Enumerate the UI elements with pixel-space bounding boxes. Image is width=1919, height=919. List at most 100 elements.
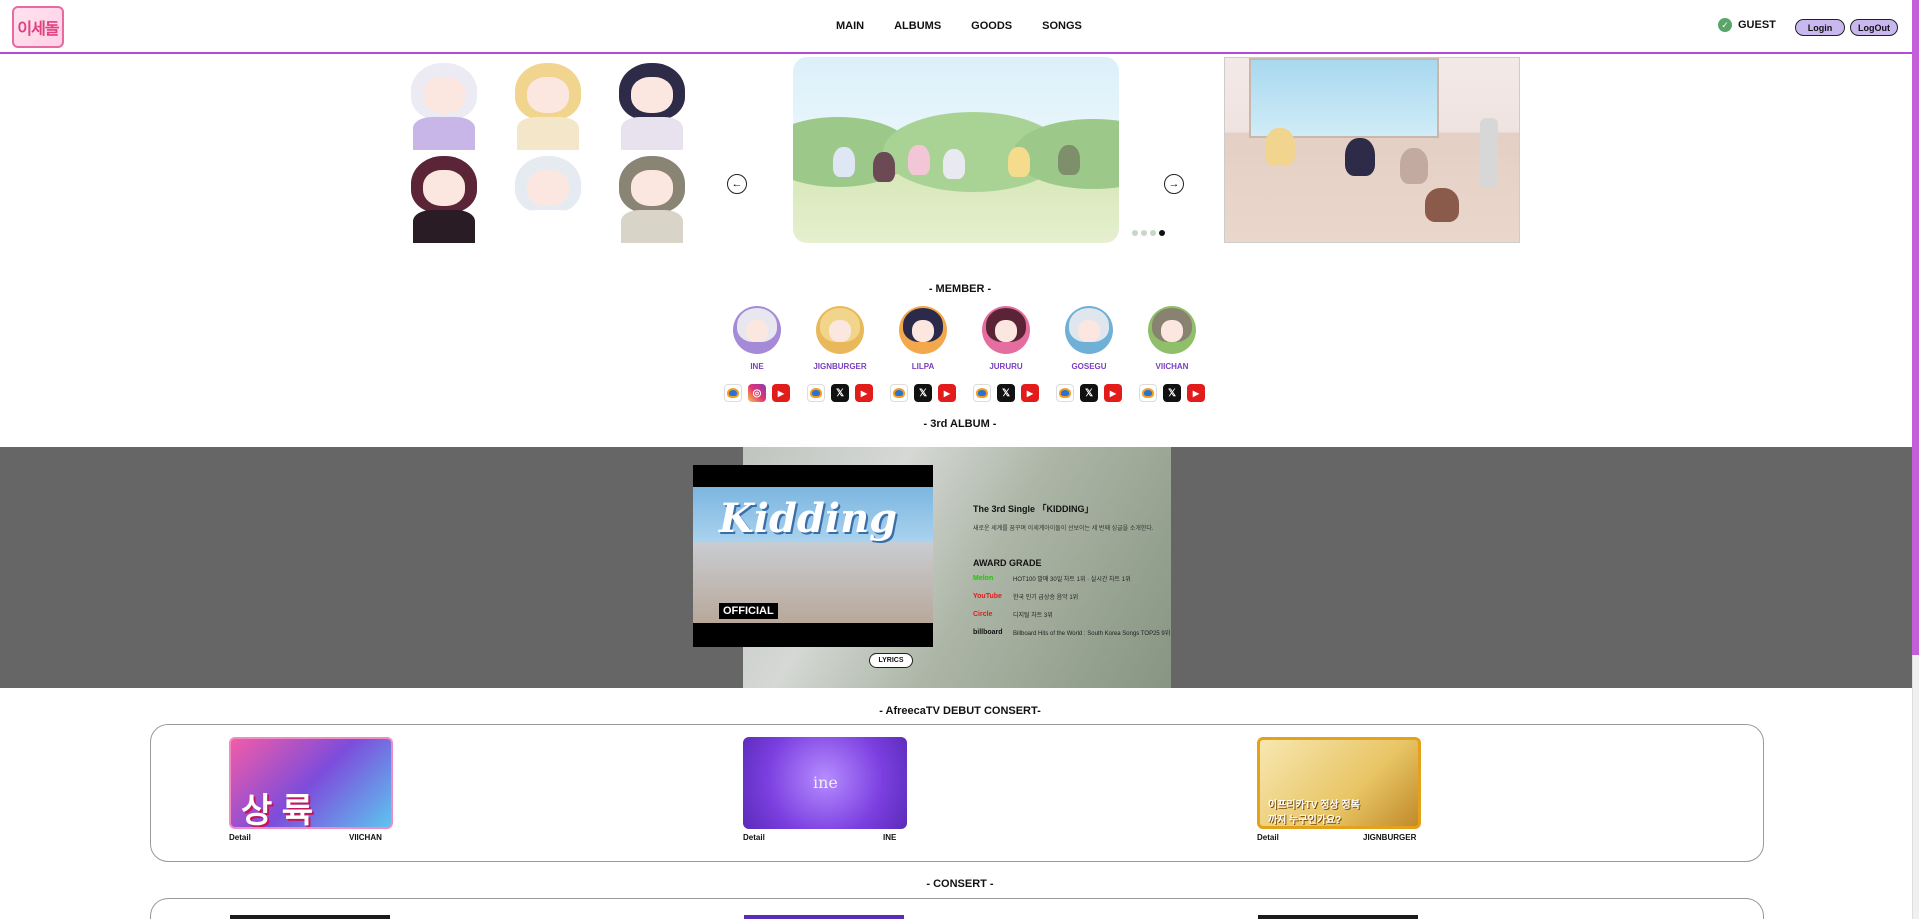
x-twitter-icon[interactable]: 𝕏 — [997, 384, 1015, 402]
logout-button[interactable]: LogOut — [1850, 19, 1898, 36]
carousel-prev-button[interactable]: ← — [727, 174, 747, 194]
carousel-next-button[interactable]: → — [1164, 174, 1184, 194]
member-card-lilpa[interactable]: LILPA 𝕏 ▶ — [880, 304, 960, 408]
award-text: 디지털 차트 3위 — [1013, 613, 1053, 619]
nav-goods[interactable]: GOODS — [971, 20, 1012, 32]
album-banner: Kidding OFFICIAL The 3rd Single 「KIDDING… — [0, 447, 1912, 688]
x-twitter-icon[interactable]: 𝕏 — [914, 384, 932, 402]
member-section-title: - MEMBER - — [928, 283, 992, 295]
album-description: 새로운 세계를 꿈꾸며 이세계아이돌이 선보이는 세 번째 싱글을 소개한다. — [973, 526, 1154, 532]
youtube-icon[interactable]: ▶ — [938, 384, 956, 402]
carousel-slide-next[interactable] — [1224, 57, 1520, 243]
member-card-jignburger[interactable]: JIGNBURGER 𝕏 ▶ — [797, 304, 877, 408]
youtube-icon[interactable]: ▶ — [772, 384, 790, 402]
card-member-name: INE — [883, 833, 897, 842]
lyrics-button[interactable]: LYRICS — [869, 653, 913, 668]
carousel-slide-members[interactable] — [392, 57, 704, 243]
instagram-icon[interactable]: ◎ — [748, 384, 766, 402]
award-title: AWARD GRADE — [973, 558, 1042, 568]
youtube-icon[interactable]: ▶ — [1187, 384, 1205, 402]
youtube-logo: YouTube — [973, 593, 1002, 600]
carousel-dot[interactable] — [1132, 230, 1138, 236]
user-icon: ✓ — [1718, 18, 1732, 32]
afreecatv-mark — [1142, 388, 1154, 398]
detail-link[interactable]: Detail — [1257, 833, 1279, 842]
top-header: 이세돌 MAIN ALBUMS GOODS SONGS ✓ GUEST Logi… — [0, 0, 1912, 54]
afreecatv-mark — [810, 388, 822, 398]
nav-albums[interactable]: ALBUMS — [894, 20, 941, 32]
page-scrollbar[interactable] — [1912, 0, 1919, 919]
youtube-icon[interactable]: ▶ — [1104, 384, 1122, 402]
consert-card: 이프리카TV 정상 정복까지 누구인가요? Detail JIGNBURGER — [1257, 737, 1421, 843]
avatar-face — [1078, 320, 1100, 342]
slide-portrait-viichan — [600, 150, 704, 243]
award-text: Billboard Hits of the World : South Kore… — [1013, 631, 1171, 637]
consert-thumbnail-jingburger[interactable]: 이프리카TV 정상 정복까지 누구인가요? — [1257, 737, 1421, 829]
member-socials: 𝕏 ▶ — [1046, 384, 1132, 402]
afreecatv-icon[interactable] — [973, 384, 991, 402]
member-card-gosegu[interactable]: GOSEGU 𝕏 ▶ — [1046, 304, 1126, 408]
youtube-icon[interactable]: ▶ — [855, 384, 873, 402]
youtube-icon[interactable]: ▶ — [1021, 384, 1039, 402]
afreecatv-icon[interactable] — [890, 384, 908, 402]
chibi-figure — [943, 149, 965, 179]
x-twitter-icon[interactable]: 𝕏 — [831, 384, 849, 402]
member-avatar[interactable] — [899, 306, 947, 354]
consert-box — [150, 898, 1764, 919]
arrow-left-icon: ← — [731, 178, 743, 190]
x-twitter-icon[interactable]: 𝕏 — [1080, 384, 1098, 402]
carousel-dot-active[interactable] — [1159, 230, 1165, 236]
video-title-art: Kidding — [719, 495, 898, 542]
chibi-figure — [1400, 148, 1428, 184]
member-card-jururu[interactable]: JURURU 𝕏 ▶ — [963, 304, 1043, 408]
member-card-viichan[interactable]: VIICHAN 𝕏 ▶ — [1129, 304, 1209, 408]
member-avatar[interactable] — [1065, 306, 1113, 354]
member-avatar[interactable] — [1148, 306, 1196, 354]
user-name: GUEST — [1738, 19, 1776, 31]
detail-link[interactable]: Detail — [229, 833, 251, 842]
site-logo[interactable]: 이세돌 — [12, 6, 64, 48]
member-avatar[interactable] — [982, 306, 1030, 354]
afreecatv-icon[interactable] — [1056, 384, 1074, 402]
scene-window — [1249, 58, 1439, 138]
member-card-ine[interactable]: INE ◎ ▶ — [714, 304, 794, 408]
detail-link[interactable]: Detail — [743, 833, 765, 842]
video-official-badge: OFFICIAL — [719, 603, 778, 619]
consert-thumbnail-strip[interactable] — [744, 915, 904, 919]
login-button[interactable]: Login — [1795, 19, 1845, 36]
billboard-logo: billboard — [973, 629, 1003, 636]
award-row: Circle 디지털 차트 3위 — [973, 610, 1233, 619]
consert-card: ine Detail INE — [743, 737, 907, 843]
afreecatv-icon[interactable] — [724, 384, 742, 402]
carousel-slide-active[interactable] — [793, 57, 1119, 243]
member-list: INE ◎ ▶ JIGNBURGER 𝕏 ▶ LILPA 𝕏 ▶ JURURU 𝕏 ▶ GOSEGU 𝕏 ▶… — [714, 304, 1205, 408]
nav-songs[interactable]: SONGS — [1042, 20, 1082, 32]
afreecatv-mark — [727, 388, 739, 398]
afreecatv-icon[interactable] — [1139, 384, 1157, 402]
consert-thumbnail-strip[interactable] — [230, 915, 390, 919]
chibi-figure — [1008, 147, 1030, 177]
slide-portrait-gosegu — [496, 150, 600, 243]
consert-thumbnail-strip[interactable] — [1258, 915, 1418, 919]
consert-section-title: - CONSERT - — [926, 878, 994, 890]
carousel-dot[interactable] — [1150, 230, 1156, 236]
user-info: ✓ GUEST — [1718, 18, 1776, 32]
scrollbar-thumb[interactable] — [1912, 0, 1919, 655]
award-row: Melon HOT100 발매 30일 차트 1위 · 실시간 차트 1위 — [973, 574, 1233, 583]
award-text: 한국 인기 급상승 음악 1위 — [1013, 595, 1079, 601]
member-socials: ◎ ▶ — [714, 384, 800, 402]
member-socials: 𝕏 ▶ — [880, 384, 966, 402]
x-twitter-icon[interactable]: 𝕏 — [1163, 384, 1181, 402]
consert-thumbnail-viichan[interactable]: 상 륙 — [229, 737, 393, 829]
member-name: VIICHAN — [1155, 362, 1189, 371]
afreecatv-icon[interactable] — [807, 384, 825, 402]
consert-thumbnail-ine[interactable]: ine — [743, 737, 907, 829]
member-avatar[interactable] — [816, 306, 864, 354]
album-video-player[interactable]: Kidding OFFICIAL — [693, 465, 933, 647]
avatar-face — [829, 320, 851, 342]
carousel-dot[interactable] — [1141, 230, 1147, 236]
logo-mark: 이세돌 — [17, 21, 59, 38]
member-avatar[interactable] — [733, 306, 781, 354]
thumbnail-text: ine — [813, 773, 838, 792]
nav-main[interactable]: MAIN — [836, 20, 864, 32]
